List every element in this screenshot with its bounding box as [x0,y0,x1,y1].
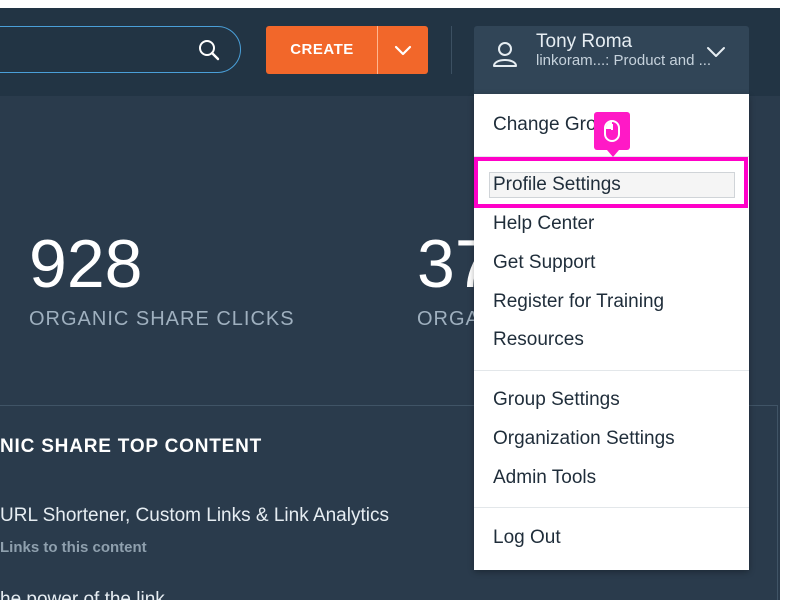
menu-item-change-group[interactable]: Change Gro [493,114,597,136]
panel-border [777,405,778,600]
window-edge [780,0,802,602]
search-icon[interactable] [198,39,220,61]
header-divider [451,26,452,74]
menu-item-help-center[interactable]: Help Center [493,213,594,235]
stat-organic-share-clicks: 928 ORGANIC SHARE CLICKS [29,230,295,331]
menu-item-admin-tools[interactable]: Admin Tools [493,467,596,489]
search-input[interactable] [0,26,241,73]
user-org: linkoram...: Product and ... [536,52,712,69]
content-item-subtitle: Links to this content [0,539,147,556]
menu-item-get-support[interactable]: Get Support [493,252,595,274]
chevron-down-icon [394,45,412,56]
menu-item-register-training[interactable]: Register for Training [493,291,664,313]
chevron-down-icon [707,47,725,57]
menu-item-group-settings[interactable]: Group Settings [493,389,620,411]
panel-title: NIC SHARE TOP CONTENT [0,436,263,457]
menu-item-resources[interactable]: Resources [493,329,584,351]
content-item-title[interactable]: he power of the link [0,589,165,600]
menu-divider [474,507,749,508]
click-target-highlight [474,157,748,208]
menu-item-organization-settings[interactable]: Organization Settings [493,428,675,450]
menu-item-log-out[interactable]: Log Out [493,527,561,549]
content-item-title[interactable]: URL Shortener, Custom Links & Link Analy… [0,505,389,527]
menu-divider [474,370,749,371]
user-icon [493,42,517,67]
user-menu-button[interactable]: Tony Roma linkoram...: Product and ... [474,26,749,96]
stat-value: 928 [29,226,143,302]
mouse-icon [604,120,620,142]
stat-label: ORGANIC SHARE CLICKS [29,308,295,330]
create-button-label: CREATE [290,41,354,58]
create-button[interactable]: CREATE [266,26,428,74]
create-dropdown-button[interactable] [378,26,428,74]
top-bar: CREATE Tony Roma linkoram...: Product an… [0,8,780,96]
user-name: Tony Roma [536,31,633,52]
click-indicator [594,112,630,157]
